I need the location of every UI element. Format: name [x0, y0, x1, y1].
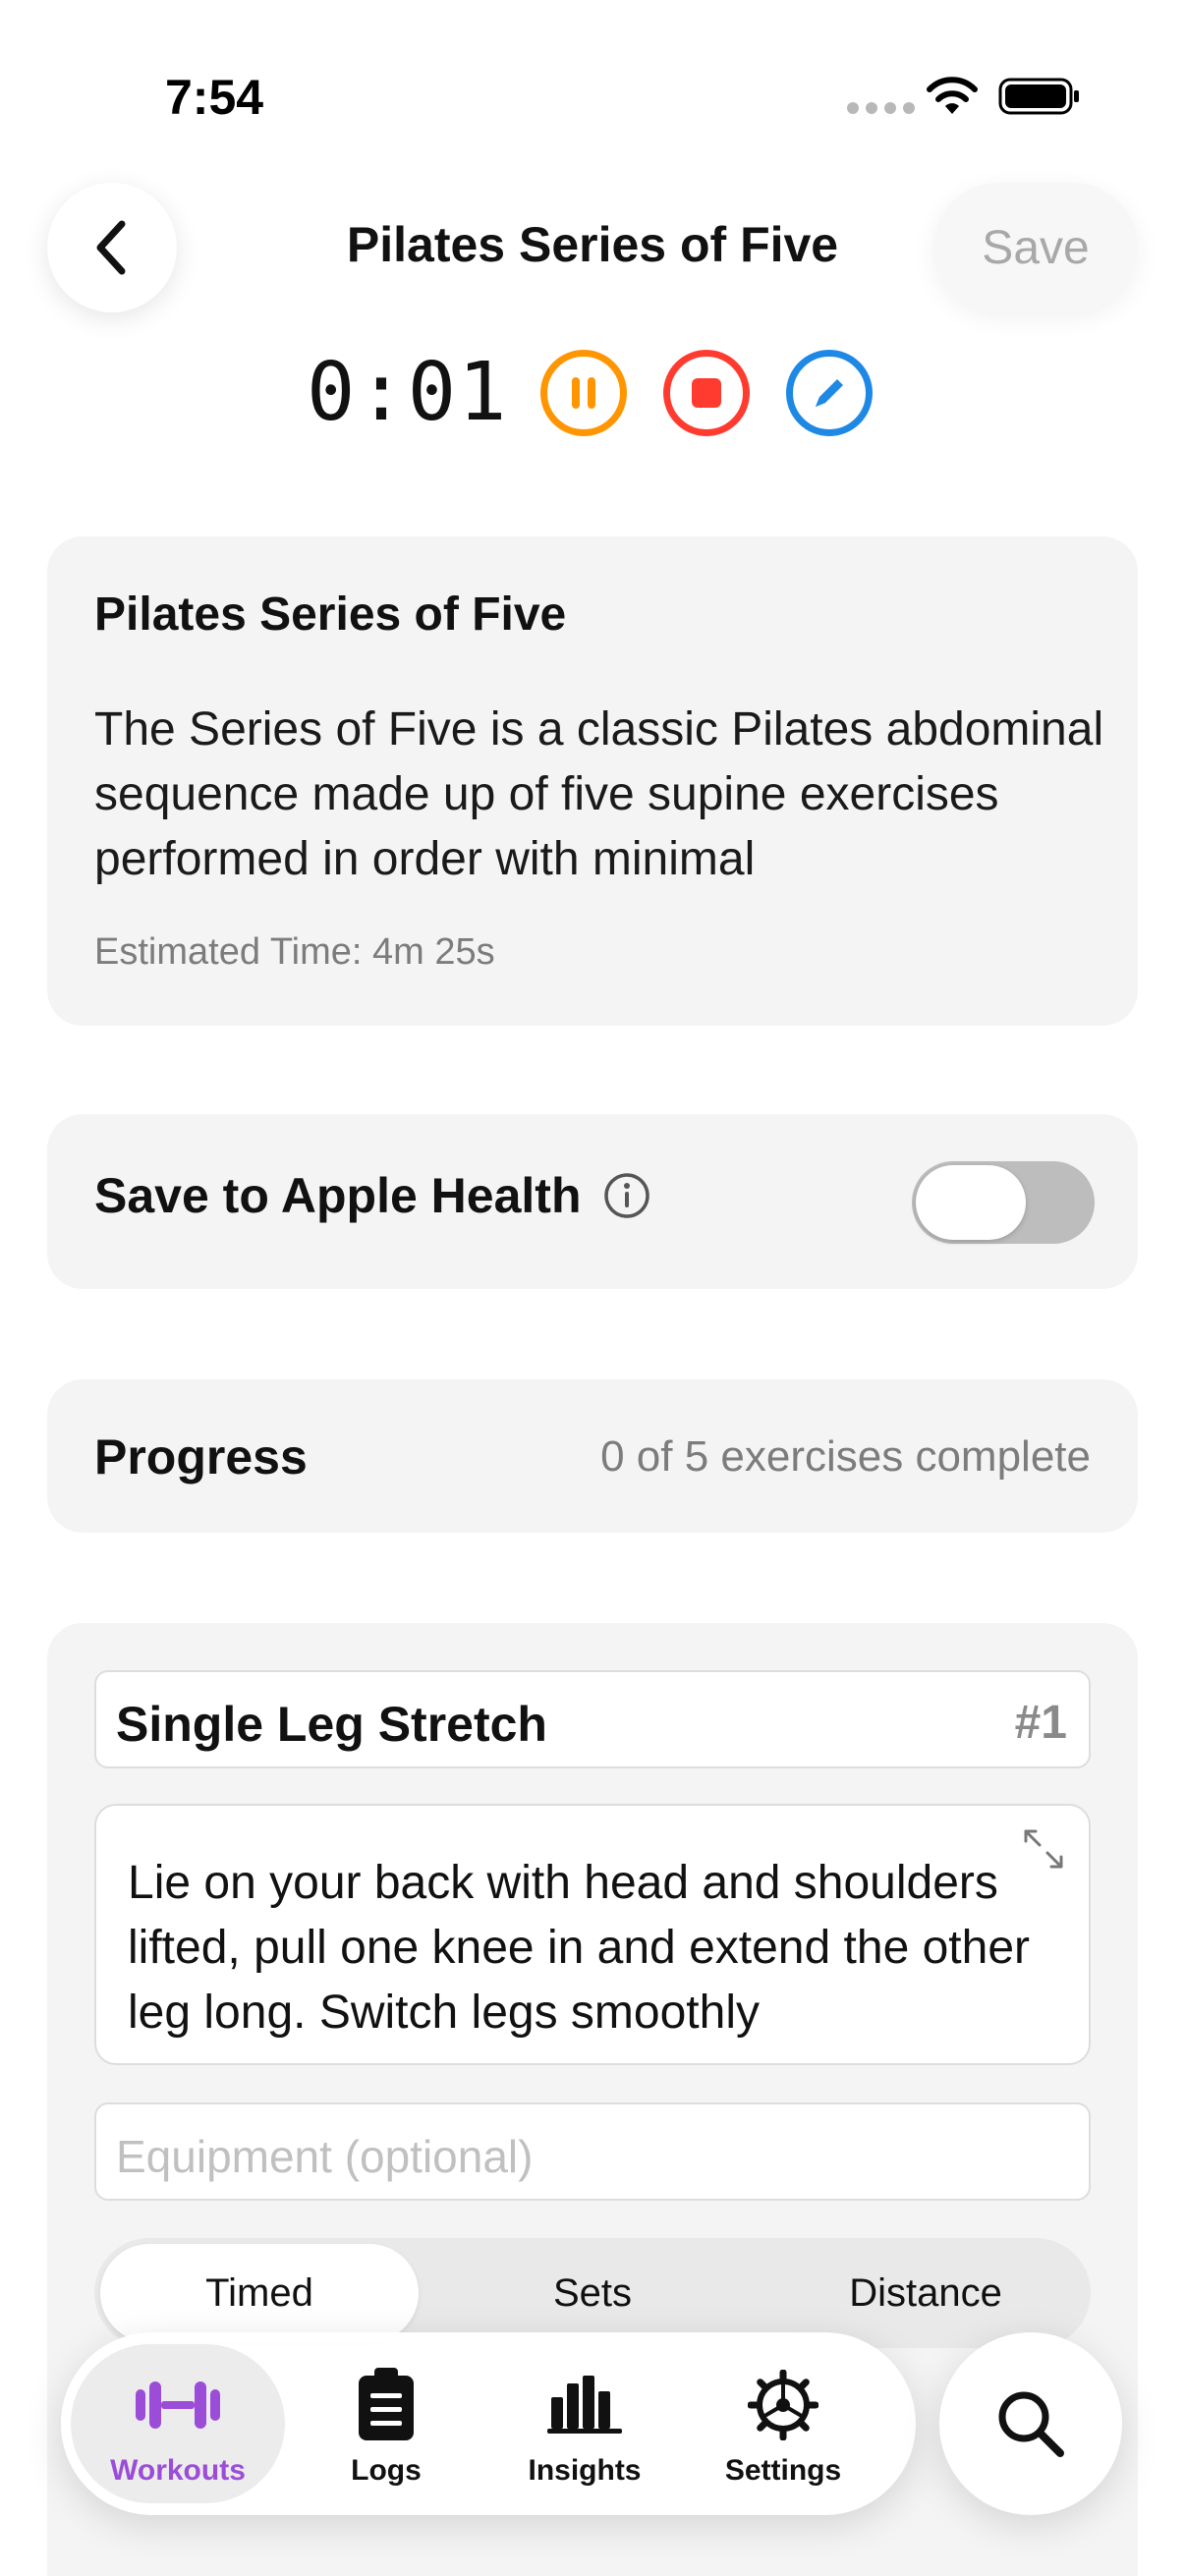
tab-label-settings: Settings: [724, 2454, 842, 2487]
progress-value: 0 of 5 exercises complete: [600, 1432, 1091, 1481]
search-button[interactable]: [939, 2332, 1122, 2515]
exercise-number: #1: [1014, 1697, 1067, 1749]
battery-icon: [998, 78, 1079, 115]
pencil-icon: [816, 379, 843, 407]
tab-settings[interactable]: Settings: [676, 2344, 890, 2503]
bar-chart-icon: [547, 2376, 622, 2434]
dumbbell-icon: [136, 2381, 220, 2429]
tab-label-insights: Insights: [528, 2454, 642, 2487]
tab-bar: Workouts Logs Insights Settings: [61, 2332, 916, 2515]
pause-button[interactable]: [540, 350, 627, 436]
workout-description[interactable]: The Series of Five is a classic Pilates …: [94, 698, 1106, 894]
segment-distance[interactable]: Distance: [766, 2244, 1085, 2342]
edit-button[interactable]: [786, 350, 873, 436]
signal-dots-icon: [847, 102, 915, 114]
save-button[interactable]: Save: [933, 183, 1138, 312]
workout-title: Pilates Series of Five: [94, 588, 567, 641]
gear-icon: [748, 2370, 818, 2440]
estimated-time: Estimated Time: 4m 25s: [94, 931, 495, 973]
tab-insights[interactable]: Insights: [478, 2344, 692, 2503]
search-icon: [998, 2391, 1064, 2457]
tab-logs[interactable]: Logs: [279, 2344, 493, 2503]
progress-label: Progress: [94, 1429, 308, 1484]
tab-label-logs: Logs: [351, 2454, 422, 2487]
stop-button[interactable]: [663, 350, 750, 436]
exercise-name-field[interactable]: Single Leg Stretch #1: [94, 1670, 1091, 1768]
info-icon[interactable]: [600, 1169, 653, 1222]
toggle-knob: [916, 1165, 1026, 1240]
segment-timed[interactable]: Timed: [100, 2244, 419, 2342]
wifi-icon: [927, 77, 978, 114]
segment-sets[interactable]: Sets: [433, 2244, 752, 2342]
status-time: 7:54: [165, 70, 264, 125]
pause-icon: [572, 377, 595, 409]
exercise-description-field[interactable]: Lie on your back with head and shoulders…: [94, 1804, 1091, 2065]
apple-health-card: Save to Apple Health: [47, 1114, 1138, 1289]
clipboard-icon: [359, 2368, 414, 2440]
stop-icon: [692, 378, 721, 408]
exercise-name: Single Leg Stretch: [116, 1697, 547, 1752]
progress-card: Progress 0 of 5 exercises complete: [47, 1379, 1138, 1533]
tab-label-workouts: Workouts: [110, 2454, 246, 2487]
exercise-description: Lie on your back with head and shoulders…: [128, 1857, 1030, 2039]
equipment-placeholder: Equipment (optional): [116, 2131, 534, 2182]
tab-workouts[interactable]: Workouts: [71, 2344, 285, 2503]
apple-health-toggle[interactable]: [912, 1161, 1095, 1244]
apple-health-label: Save to Apple Health: [94, 1168, 582, 1223]
workout-info-card: Pilates Series of Five The Series of Fiv…: [47, 536, 1138, 1026]
equipment-input[interactable]: Equipment (optional): [94, 2102, 1091, 2201]
elapsed-timer: 0:01: [307, 346, 509, 439]
